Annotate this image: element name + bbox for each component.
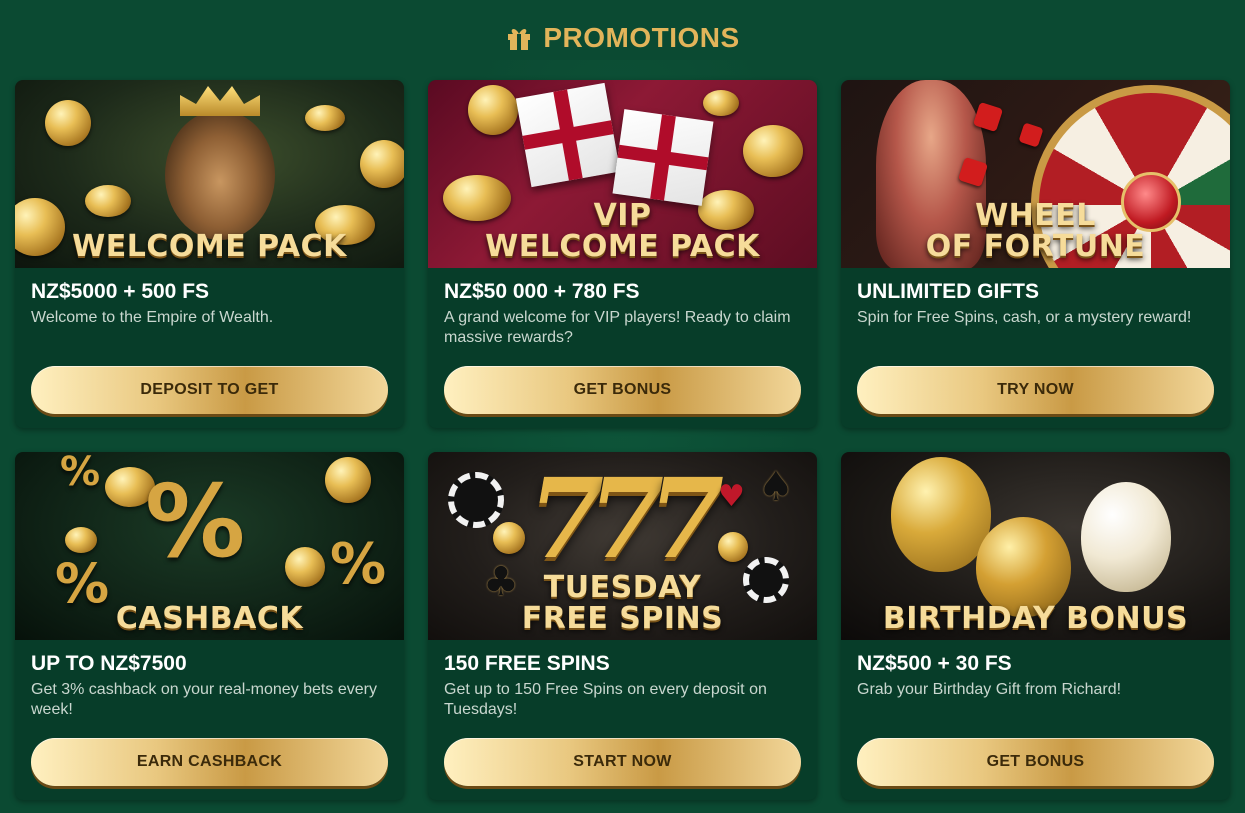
gift-box-image [612, 109, 714, 206]
banner-title-line: TUESDAY [543, 570, 702, 605]
promo-description: Welcome to the Empire of Wealth. [31, 309, 274, 326]
promo-description: Get 3% cashback on your real-money bets … [31, 681, 377, 718]
percent-sign-image: % [330, 532, 387, 597]
coin-image [325, 457, 371, 503]
deposit-to-get-button[interactable]: DEPOSIT TO GET [31, 366, 388, 414]
banner-title-line: WHEEL [975, 198, 1096, 233]
earn-cashback-button[interactable]: EARN CASHBACK [31, 738, 388, 786]
promo-title: NZ$500 + 30 FS [857, 652, 1012, 675]
spade-icon: ♠ [758, 464, 794, 510]
promo-title: UP TO NZ$7500 [31, 652, 187, 675]
get-bonus-button[interactable]: GET BONUS [857, 738, 1214, 786]
banner-title: WHEEL OF FORTUNE [841, 200, 1230, 262]
banner-title-line: VIP [593, 198, 652, 233]
lion-image [165, 110, 275, 240]
promo-banner-vip-welcome-pack: VIP WELCOME PACK [428, 80, 817, 268]
coin-image [85, 185, 131, 217]
coin-image [718, 532, 748, 562]
promo-card-wheel-of-fortune: WHEEL OF FORTUNE UNLIMITED GIFTS Spin fo… [841, 80, 1230, 428]
banner-title: TUESDAY FREE SPINS [428, 572, 817, 634]
promo-title: NZ$50 000 + 780 FS [444, 280, 640, 303]
coin-image [360, 140, 404, 188]
percent-sign-image: % [145, 463, 246, 580]
banner-title: VIP WELCOME PACK [428, 200, 817, 262]
promo-description: Grab your Birthday Gift from Richard! [857, 681, 1122, 698]
gift-box-image [515, 82, 621, 188]
white-balloon-image [1081, 482, 1171, 592]
page-title: PROMOTIONS [543, 22, 740, 53]
banner-title: BIRTHDAY BONUS [882, 601, 1189, 636]
banner-title: CASHBACK [115, 601, 304, 636]
dice-image [1018, 122, 1044, 148]
promo-card-vip-welcome-pack: VIP WELCOME PACK NZ$50 000 + 780 FS A gr… [428, 80, 817, 428]
promo-description: Get up to 150 Free Spins on every deposi… [444, 681, 767, 718]
percent-sign-image: % [60, 452, 101, 495]
promo-banner-birthday-bonus: BIRTHDAY BONUS [841, 452, 1230, 640]
promo-card-tuesday-free-spins: 7 7 7 ♠ ♥ ♣ TUESDAY FREE SPINS 150 FREE … [428, 452, 817, 800]
banner-title: WELCOME PACK [72, 229, 347, 264]
promo-banner-wheel-of-fortune: WHEEL OF FORTUNE [841, 80, 1230, 268]
promo-title: UNLIMITED GIFTS [857, 280, 1039, 303]
promo-banner-cashback: % % % % CASHBACK [15, 452, 404, 640]
coin-image [703, 90, 739, 116]
coin-image [285, 547, 325, 587]
start-now-button[interactable]: START NOW [444, 738, 801, 786]
coin-image [743, 125, 803, 177]
promo-card-birthday-bonus: BIRTHDAY BONUS NZ$500 + 30 FS Grab your … [841, 452, 1230, 800]
promotions-header: PROMOTIONS [0, 22, 1245, 54]
coin-image [493, 522, 525, 554]
promo-banner-tuesday-free-spins: 7 7 7 ♠ ♥ ♣ TUESDAY FREE SPINS [428, 452, 817, 640]
banner-title-line: OF FORTUNE [925, 229, 1146, 264]
coin-image [468, 85, 518, 135]
banner-title-line: FREE SPINS [521, 601, 724, 636]
get-bonus-button[interactable]: GET BONUS [444, 366, 801, 414]
promotions-grid: WELCOME PACK NZ$5000 + 500 FS Welcome to… [15, 80, 1230, 800]
try-now-button[interactable]: TRY NOW [857, 366, 1214, 414]
crown-image [180, 86, 260, 116]
coin-image [305, 105, 345, 131]
poker-chip-image [448, 472, 504, 528]
gift-icon [508, 29, 531, 50]
banner-title-line: WELCOME PACK [485, 229, 760, 264]
promo-card-cashback: % % % % CASHBACK UP TO NZ$7500 Get 3% ca… [15, 452, 404, 800]
promo-card-welcome-pack: WELCOME PACK NZ$5000 + 500 FS Welcome to… [15, 80, 404, 428]
heart-icon: ♥ [718, 479, 745, 514]
promo-description: A grand welcome for VIP players! Ready t… [444, 309, 791, 346]
promo-description: Spin for Free Spins, cash, or a mystery … [857, 309, 1192, 326]
promo-banner-welcome-pack: WELCOME PACK [15, 80, 404, 268]
coin-image [45, 100, 91, 146]
promo-title: NZ$5000 + 500 FS [31, 280, 210, 303]
promo-title: 150 FREE SPINS [444, 652, 610, 675]
gold-balloon-image [891, 457, 991, 572]
coin-image [65, 527, 97, 553]
